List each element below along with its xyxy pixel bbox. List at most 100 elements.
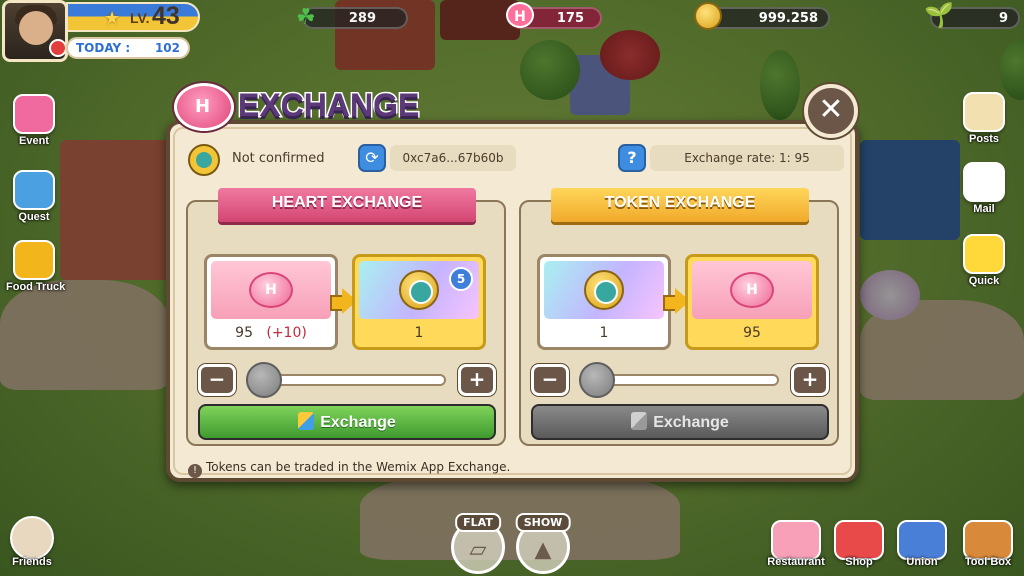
plus-icon: + — [468, 367, 486, 391]
refresh-button[interactable]: ⟳ — [358, 144, 386, 172]
shop-button[interactable]: Shop — [829, 520, 889, 568]
posts-label: Posts — [969, 133, 999, 145]
help-icon: ? — [627, 148, 637, 167]
posts-button[interactable]: Posts — [956, 92, 1012, 145]
union-label: Union — [906, 556, 938, 568]
food-truck-button[interactable]: Food Truck — [6, 240, 66, 293]
heart-exchange-icon: H — [174, 83, 234, 131]
wallet-status: Not confirmed — [232, 151, 325, 166]
star-icon: ★ — [104, 8, 121, 29]
friends-icon — [10, 516, 54, 560]
event-button[interactable]: Event — [6, 94, 62, 147]
token-source-amount: 1 — [599, 325, 609, 341]
food-truck-label: Food Truck — [6, 281, 66, 293]
shop-icon — [834, 520, 884, 560]
avatar-badge — [49, 39, 65, 57]
flat-mode-button[interactable]: FLAT ▱ — [451, 513, 505, 574]
party-popper-icon — [13, 94, 55, 134]
swap-icon — [631, 412, 648, 430]
silhouette-icon: ▲ — [534, 537, 552, 563]
token-exchange-button[interactable]: Exchange — [531, 404, 829, 440]
friends-label: Friends — [12, 556, 52, 568]
event-label: Event — [19, 135, 49, 147]
today-label: TODAY : — [76, 41, 131, 55]
close-icon: ✕ — [818, 92, 844, 127]
token-exchange-button-label: Exchange — [653, 414, 729, 431]
heart-art-bg: H — [211, 261, 331, 319]
level-label: LV. — [130, 10, 150, 26]
sprout-value: 9 — [998, 11, 1008, 26]
footnote: ! Tokens can be traded in the Wemix App E… — [188, 460, 510, 478]
clover-icon: ☘ — [296, 5, 316, 30]
mail-icon — [963, 162, 1005, 202]
token-target-amount: 1 — [414, 325, 424, 341]
show-tag: SHOW — [515, 513, 571, 532]
heart-decrease-button[interactable]: − — [198, 364, 236, 396]
heart-target-amount: 95 — [743, 325, 761, 341]
heart-icon: H — [506, 2, 534, 28]
level-number: 43 — [152, 2, 180, 30]
toolbox-icon — [963, 520, 1013, 560]
token-increase-button[interactable]: + — [791, 364, 829, 396]
token-exchange-panel: TOKEN EXCHANGE 1 H 95 − + Exchange — [519, 188, 839, 446]
flat-box-icon: ▱ — [469, 537, 487, 563]
today-value: 102 — [154, 41, 180, 55]
token-art-bg: 5 — [359, 261, 479, 319]
exchange-dialog: Not confirmed ⟳ 0xc7a6...67b60b ? Exchan… — [166, 120, 859, 482]
coin-icon — [694, 2, 722, 30]
restaurant-label: Restaurant — [767, 556, 825, 568]
shop-label: Shop — [845, 556, 873, 568]
title-icon-letter: H — [195, 96, 211, 117]
token-art-bg — [544, 261, 664, 319]
notepad-icon — [963, 92, 1005, 132]
union-badge-icon — [897, 520, 947, 560]
info-icon: ! — [188, 464, 202, 478]
refresh-icon: ⟳ — [365, 148, 379, 167]
player-avatar[interactable] — [2, 0, 68, 62]
heart-source-card: H 95 (+10) — [204, 254, 338, 350]
footnote-text: Tokens can be traded in the Wemix App Ex… — [206, 460, 511, 474]
heart-art-bg: H — [692, 261, 812, 319]
heart-exchange-button[interactable]: Exchange — [198, 404, 496, 440]
token-exchange-title: TOKEN EXCHANGE — [551, 188, 809, 222]
quest-label: Quest — [18, 211, 50, 223]
heart-target-card: H 95 — [685, 254, 819, 350]
sprout-icon: 🌱 — [924, 1, 954, 29]
heart-exchange-title: HEART EXCHANGE — [218, 188, 476, 222]
quest-button[interactable]: Quest — [6, 170, 62, 223]
close-button[interactable]: ✕ — [804, 84, 858, 138]
avatar-face — [19, 11, 53, 45]
heart-bonus: (+10) — [266, 325, 307, 341]
toolbox-label: Tool Box — [964, 556, 1012, 568]
level-bar: ★ LV. — [66, 2, 200, 32]
minus-icon: − — [541, 367, 559, 391]
token-icon — [399, 270, 439, 310]
dialog-title-text: EXCHANGE — [236, 86, 420, 125]
token-target-card: 5 1 — [352, 254, 486, 350]
mail-label: Mail — [973, 203, 995, 215]
toolbox-button[interactable]: Tool Box — [958, 520, 1018, 568]
heart-amount: 95 — [235, 325, 253, 341]
restaurant-button[interactable]: Restaurant — [766, 520, 826, 568]
mail-button[interactable]: Mail — [956, 162, 1012, 215]
token-decrease-button[interactable]: − — [531, 364, 569, 396]
heart-exchange-button-label: Exchange — [320, 414, 396, 431]
friends-button[interactable]: Friends — [2, 516, 62, 568]
union-button[interactable]: Union — [892, 520, 952, 568]
token-source-card: 1 — [537, 254, 671, 350]
token-slider-knob[interactable] — [579, 362, 615, 398]
show-mode-button[interactable]: SHOW ▲ — [515, 513, 571, 574]
hearts-icon: H — [730, 272, 774, 308]
duck-icon — [963, 234, 1005, 274]
heart-increase-button[interactable]: + — [458, 364, 496, 396]
token-count-badge: 5 — [449, 267, 473, 291]
clover-counter[interactable]: 289 — [302, 7, 408, 29]
help-button[interactable]: ? — [618, 144, 646, 172]
quick-button[interactable]: Quick — [956, 234, 1012, 287]
flat-tag: FLAT — [455, 513, 501, 532]
wallet-token-icon — [188, 144, 220, 176]
heart-slider-knob[interactable] — [246, 362, 282, 398]
today-counter: TODAY : 102 — [66, 37, 190, 59]
wallet-info-row: Not confirmed ⟳ 0xc7a6...67b60b ? Exchan… — [186, 142, 844, 176]
token-icon — [584, 270, 624, 310]
